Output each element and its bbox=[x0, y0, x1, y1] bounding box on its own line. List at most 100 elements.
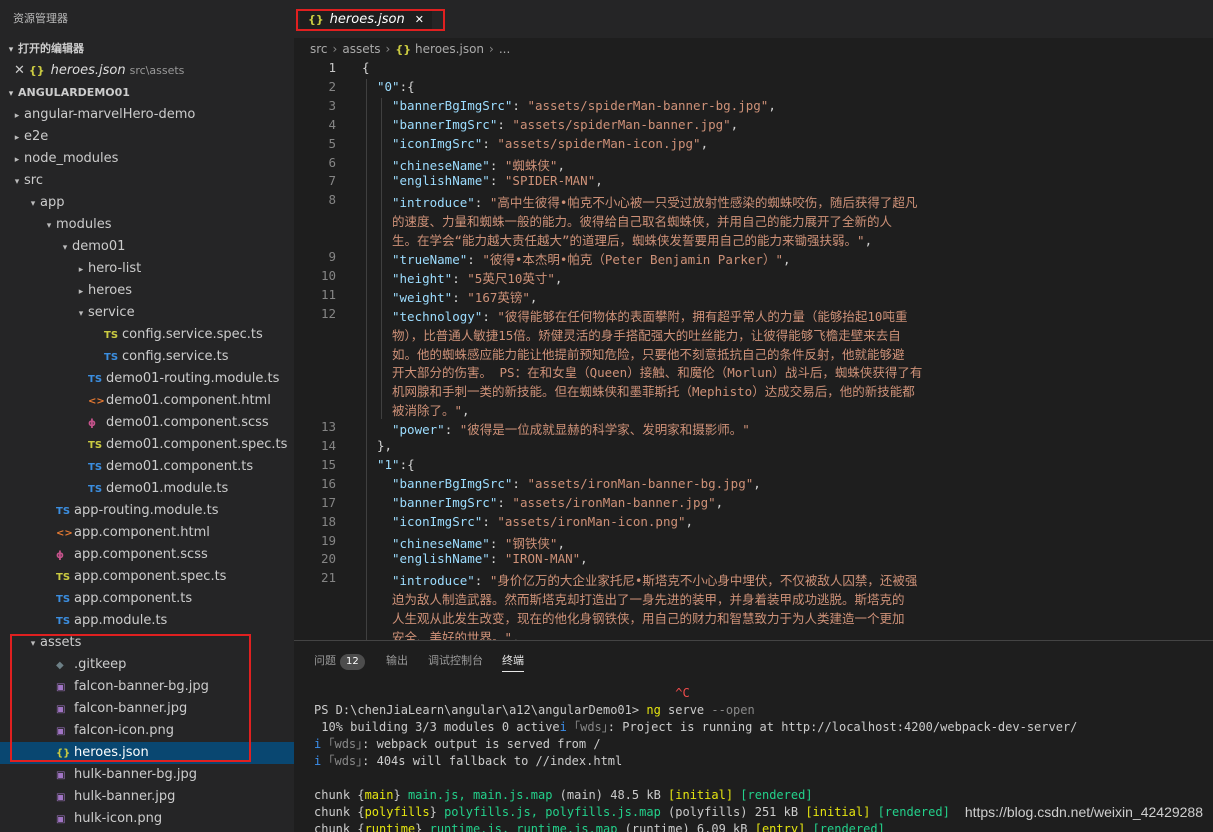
terminal-text: chunk { bbox=[314, 788, 365, 802]
tree-item[interactable]: TS demo01.component.spec.ts bbox=[0, 434, 294, 456]
tree-item[interactable]: ϕ app.component.scss bbox=[0, 544, 294, 566]
code-line: "1":{ bbox=[377, 457, 415, 472]
json-punct: , bbox=[715, 494, 724, 510]
chevron-right-icon: › bbox=[385, 42, 391, 56]
open-editors-label: 打开的编辑器 bbox=[18, 42, 84, 55]
tree-item[interactable]: ▣ falcon-icon.png bbox=[0, 720, 294, 742]
tab-heroes-json[interactable]: {} heroes.json ✕ bbox=[300, 9, 432, 31]
chevron-down-icon: ▾ bbox=[30, 639, 36, 649]
tree-item[interactable]: TS app-routing.module.ts bbox=[0, 500, 294, 522]
tree-item[interactable]: ▸ angular-marvelHero-demo bbox=[0, 104, 294, 126]
tree-item[interactable]: ◆ .gitkeep bbox=[0, 654, 294, 676]
json-icon: {} bbox=[28, 64, 45, 77]
tree-item[interactable]: TS demo01.module.ts bbox=[0, 478, 294, 500]
tree-item[interactable]: <>demo01.component.html bbox=[0, 390, 294, 412]
panel-tab[interactable]: 输出 bbox=[386, 652, 408, 668]
chevron-down-icon: ▾ bbox=[8, 45, 14, 55]
json-punct: : bbox=[489, 173, 505, 189]
line-number: 17 bbox=[320, 494, 336, 510]
tree-item[interactable]: ▾ modules bbox=[0, 214, 294, 236]
json-punct: : bbox=[512, 475, 528, 491]
close-icon[interactable]: ✕ bbox=[14, 63, 25, 78]
code-line: "bannerBgImgSrc": "assets/spiderMan-bann… bbox=[392, 98, 776, 113]
code-editor[interactable]: 1{2 "0":{3 "bannerBgImgSrc": "assets/spide… bbox=[294, 60, 1213, 640]
line-number: 3 bbox=[328, 97, 336, 113]
tree-item[interactable]: TS app.module.ts bbox=[0, 610, 294, 632]
tree-item[interactable]: TS config.service.ts bbox=[0, 346, 294, 368]
close-icon[interactable]: ✕ bbox=[415, 13, 424, 26]
json-key: "chineseName" bbox=[392, 157, 490, 173]
json-punct: : bbox=[489, 551, 505, 567]
terminal-text: runtime bbox=[364, 822, 416, 832]
tree-item[interactable]: TS app.component.spec.ts bbox=[0, 566, 294, 588]
json-string: 机网腺和手刺一类的新技能。但在蜘蛛侠和墨菲斯托（Mephisto）达成交易后，他… bbox=[392, 384, 915, 400]
tree-item[interactable]: TS app.component.ts bbox=[0, 588, 294, 610]
tree-item[interactable]: ▾ demo01 bbox=[0, 236, 294, 258]
json-key: "1" bbox=[377, 456, 400, 472]
json-key: "bannerBgImgSrc" bbox=[392, 97, 513, 113]
code-line: 人生观从此发生改变，现在的他化身钢铁侠，用自己的财力和智慧致力于为人类建造一个更… bbox=[392, 608, 905, 627]
tree-item[interactable]: ▸ heroes bbox=[0, 280, 294, 302]
tree-item[interactable]: ▸ e2e bbox=[0, 126, 294, 148]
panel-tab[interactable]: 问题 12 bbox=[314, 652, 365, 670]
tree-item-label: falcon-banner-bg.jpg bbox=[74, 679, 209, 694]
breadcrumb-assets[interactable]: assets bbox=[342, 42, 380, 56]
tree-item[interactable]: ▣ falcon-banner-bg.jpg bbox=[0, 676, 294, 698]
breadcrumb-file[interactable]: heroes.json bbox=[415, 42, 484, 56]
json-punct: , bbox=[554, 270, 563, 286]
terminal-text: polyfills bbox=[364, 805, 430, 819]
tree-item[interactable]: ▣ hulk-banner-bg.jpg bbox=[0, 764, 294, 786]
tree-item[interactable]: ▸ hero-list bbox=[0, 258, 294, 280]
json-key: "height" bbox=[392, 270, 453, 286]
project-section[interactable]: ▾ ANGULARDEMO01 bbox=[0, 82, 294, 104]
terminal-text: [rendered] bbox=[812, 822, 885, 832]
tree-item-label: assets bbox=[40, 635, 82, 650]
terminal-text: main bbox=[364, 788, 394, 802]
tree-item[interactable]: <>app.component.html bbox=[0, 522, 294, 544]
json-string: "assets/spiderMan-icon.jpg" bbox=[497, 135, 701, 151]
panel-tab-label: 调试控制台 bbox=[428, 654, 483, 667]
code-line: "0":{ bbox=[377, 79, 415, 94]
json-punct: : bbox=[452, 289, 468, 305]
tree-item[interactable]: ▾ assets bbox=[0, 632, 294, 654]
tree-item-label: hulk-banner.jpg bbox=[74, 789, 176, 804]
tree-item[interactable]: ▾ app bbox=[0, 192, 294, 214]
tree-item[interactable]: ▣ falcon-banner.jpg bbox=[0, 698, 294, 720]
json-string: "167英镑" bbox=[467, 289, 530, 305]
open-editor-item[interactable]: ✕{} heroes.json src\assets bbox=[0, 60, 294, 82]
terminal-line: chunk {main} main.js, main.js.map (main)… bbox=[314, 787, 1204, 804]
tree-item[interactable]: ▾ src bbox=[0, 170, 294, 192]
code-line: 被消除了。", bbox=[392, 400, 470, 419]
panel-tab[interactable]: 调试控制台 bbox=[428, 652, 483, 668]
terminal-line: ^C bbox=[314, 685, 1204, 702]
json-string: "IRON-MAN" bbox=[504, 551, 581, 567]
code-line: "weight": "167英镑", bbox=[392, 287, 537, 306]
json-string: "钢铁侠" bbox=[504, 535, 558, 551]
tree-item[interactable]: ▣ hulk-banner.jpg bbox=[0, 786, 294, 808]
indent-guide bbox=[381, 97, 382, 420]
code-line: "bannerImgSrc": "assets/ironMan-banner.j… bbox=[392, 495, 723, 510]
tree-item[interactable]: ϕ demo01.component.scss bbox=[0, 412, 294, 434]
tree-item-label: falcon-banner.jpg bbox=[74, 701, 188, 716]
json-punct: : bbox=[452, 270, 468, 286]
json-punct: : bbox=[489, 535, 505, 551]
breadcrumb-more[interactable]: ... bbox=[499, 42, 510, 56]
terminal-text: [entry] bbox=[754, 822, 806, 832]
tree-item[interactable]: ▣ hulk-icon.png bbox=[0, 808, 294, 830]
open-editors-section[interactable]: ▾ 打开的编辑器 bbox=[0, 38, 294, 60]
tree-item[interactable]: TS config.service.spec.ts bbox=[0, 324, 294, 346]
tree-item-label: heroes bbox=[88, 283, 133, 298]
breadcrumb: src › assets › {} heroes.json ›... bbox=[294, 38, 1213, 60]
tree-item[interactable]: ▸ node_modules bbox=[0, 148, 294, 170]
tree-item[interactable]: {} heroes.json bbox=[0, 742, 294, 764]
json-punct: : bbox=[512, 97, 528, 113]
html-file-icon: <> bbox=[88, 396, 105, 407]
tree-item[interactable]: TS demo01-routing.module.ts bbox=[0, 368, 294, 390]
terminal-text: (main) 48.5 kB bbox=[552, 788, 669, 802]
tree-item[interactable]: ▾ service bbox=[0, 302, 294, 324]
panel-tab[interactable]: 终端 bbox=[502, 652, 524, 672]
breadcrumb-src[interactable]: src bbox=[310, 42, 328, 56]
tree-item[interactable]: TS demo01.component.ts bbox=[0, 456, 294, 478]
